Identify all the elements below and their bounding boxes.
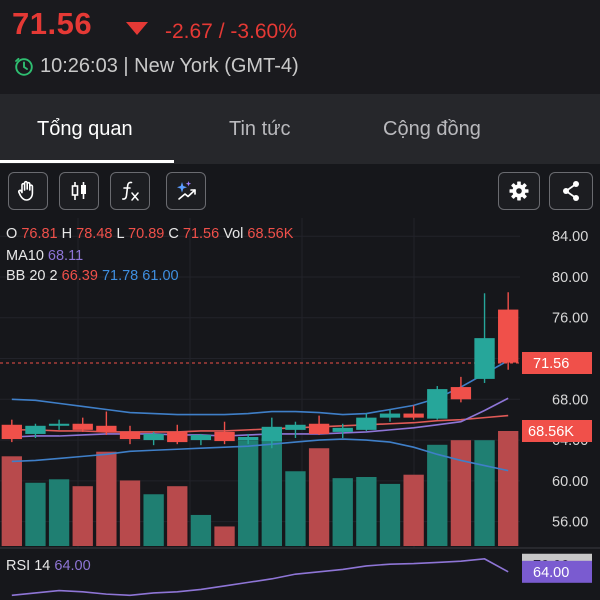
chart-toolbar — [0, 164, 600, 218]
ohlc-legend: O 76.81 H 78.48 L 70.89 C 71.56 Vol 68.5… — [6, 226, 294, 242]
price-axis-label: 56.00 — [552, 515, 588, 531]
price-axis-label: 84.00 — [552, 229, 588, 245]
tab-overview[interactable]: Tổng quan — [37, 118, 133, 141]
volume-bar — [308, 448, 330, 546]
tab-bar: Tổng quan Tin tức Cộng đồng — [0, 94, 600, 164]
volume-bar — [214, 526, 235, 546]
candle-body — [48, 423, 70, 426]
candle-body — [308, 423, 330, 434]
volume-tag-label: 68.56K — [528, 424, 574, 440]
volume-bar — [403, 474, 424, 546]
volume-bar — [450, 440, 472, 546]
down-arrow-icon — [126, 22, 148, 35]
candle-body — [427, 389, 448, 419]
volume-bar — [72, 486, 93, 546]
indicators-button[interactable] — [110, 172, 150, 210]
price-axis-label: 60.00 — [552, 474, 588, 490]
candle-body — [1, 424, 22, 440]
volume-bar — [119, 480, 141, 546]
quote-header: 71.56 -2.67 / -3.60% 10:26:03 | New York… — [0, 0, 600, 94]
ai-sparkle-icon — [177, 181, 196, 200]
gear-icon — [509, 181, 529, 201]
candle-body — [332, 427, 353, 432]
volume-bar — [285, 471, 306, 546]
candlestick-icon — [71, 182, 86, 200]
price-tag-label: 71.56 — [533, 356, 569, 372]
tab-news[interactable]: Tin tức — [229, 118, 291, 141]
candle-body — [96, 425, 117, 432]
volume-bar — [96, 451, 117, 546]
candle-body — [379, 413, 401, 418]
volume-bar — [143, 494, 164, 546]
settings-button[interactable] — [498, 172, 540, 210]
price-chart[interactable]: 84.0080.0076.0072.0068.0064.0060.0056.00… — [0, 218, 600, 600]
price-axis-label: 80.00 — [552, 270, 588, 286]
volume-bar — [379, 483, 401, 546]
share-button[interactable] — [549, 172, 593, 210]
rsi-legend: RSI 14 64.00 — [6, 558, 91, 574]
volume-bar — [427, 444, 448, 546]
volume-bar — [332, 478, 353, 546]
volume-bar — [261, 437, 282, 546]
candle-body — [285, 424, 306, 430]
active-tab-indicator — [0, 160, 174, 163]
candle-body — [190, 434, 212, 441]
volume-bar — [238, 440, 259, 546]
candle-body — [143, 433, 164, 441]
price-change: -2.67 / -3.60% — [165, 20, 297, 43]
candle-body — [238, 437, 259, 441]
ai-tools-button[interactable] — [166, 172, 206, 210]
volume-bar — [474, 440, 495, 546]
volume-bar — [356, 477, 377, 546]
ma-legend: MA10 68.11 — [6, 248, 84, 264]
volume-bar — [25, 482, 46, 546]
tab-community[interactable]: Cộng đồng — [383, 118, 481, 141]
candle-body — [214, 431, 235, 442]
clock-icon — [15, 57, 33, 76]
candle-body — [25, 425, 46, 434]
candle-body — [167, 431, 188, 443]
candle-body — [403, 413, 424, 418]
volume-bar — [167, 486, 188, 546]
volume-bar — [48, 479, 70, 546]
last-price: 71.56 — [12, 6, 93, 41]
candle-body — [261, 426, 282, 442]
volume-bar — [1, 456, 22, 546]
candle-body — [498, 309, 519, 363]
rsi-current-label: 64.00 — [533, 565, 569, 581]
candle-body — [119, 431, 141, 440]
hand-icon — [18, 180, 34, 201]
market-time: 10:26:03 | New York (GMT-4) — [40, 55, 299, 77]
hand-button[interactable] — [8, 172, 48, 210]
function-icon — [122, 181, 139, 201]
bb-legend: BB 20 2 66.39 71.78 61.00 — [6, 268, 179, 284]
candle-body — [356, 417, 377, 430]
candle-body — [474, 338, 495, 379]
price-axis-label: 76.00 — [552, 311, 588, 327]
chart-type-button[interactable] — [59, 172, 99, 210]
share-icon — [563, 181, 579, 201]
volume-bar — [190, 514, 212, 546]
price-axis-label: 68.00 — [552, 392, 588, 408]
candle-body — [450, 387, 472, 400]
candle-body — [72, 423, 93, 430]
volume-bar — [498, 431, 519, 546]
